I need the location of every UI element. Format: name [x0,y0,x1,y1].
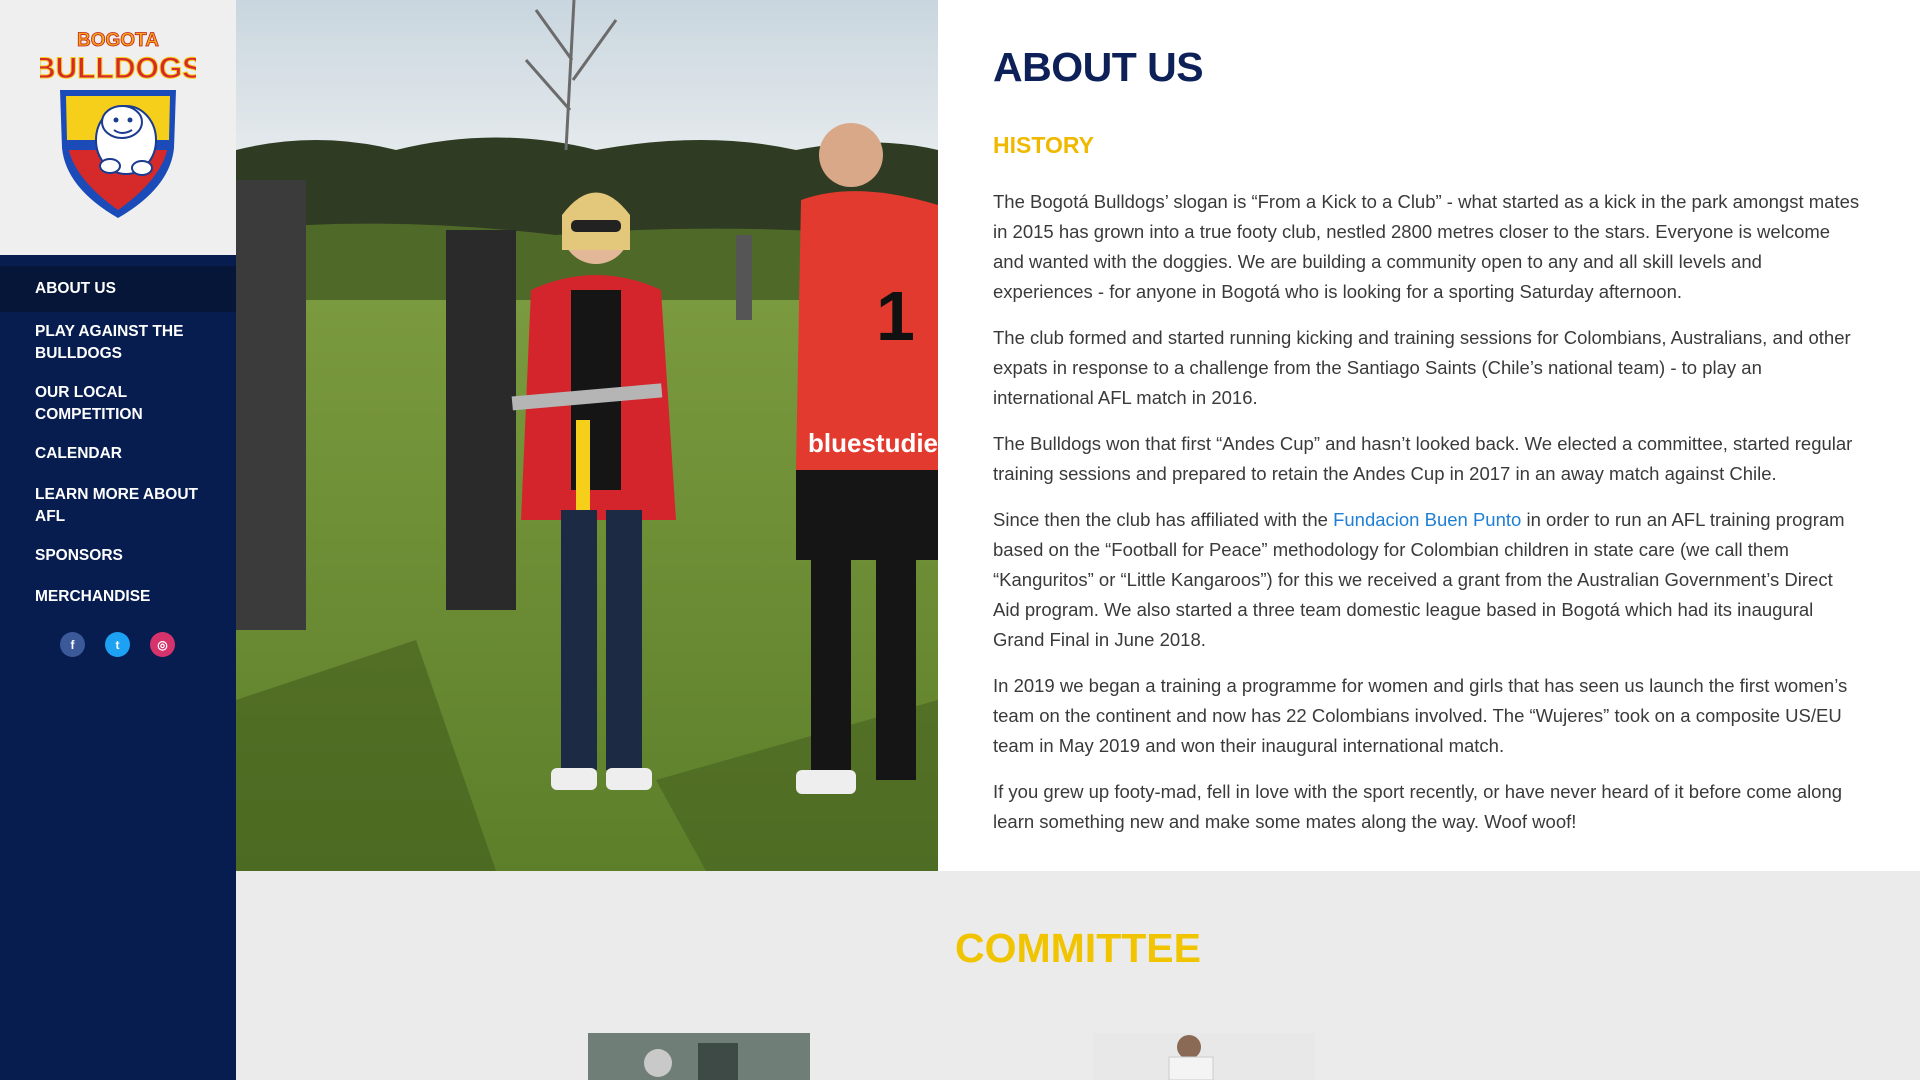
paragraph: The Bulldogs won that first “Andes Cup” … [993,433,1853,484]
twitter-icon[interactable]: t [105,632,130,657]
svg-text:BULLDOGS: BULLDOGS [40,52,196,85]
nav-item-local-competition[interactable]: OUR LOCAL COMPETITION [0,382,236,426]
paragraph: The Bogotá Bulldogs’ slogan is “From a K… [993,191,1860,302]
social-links: f t ◎ [60,632,175,657]
sidebar: BOGOTA BULLDOGS ABOUT US PLAY AGAINST TH… [0,0,236,1080]
svg-text:BOGOTA: BOGOTA [77,30,159,51]
nav-item-calendar[interactable]: CALENDAR [0,443,236,465]
paragraph: The club formed and started running kick… [993,327,1851,408]
logo-area: BOGOTA BULLDOGS [0,0,236,255]
committee-section: COMMITTEE [236,871,1920,1080]
history-text: The Bogotá Bulldogs’ slogan is “From a K… [993,187,1861,853]
committee-heading: COMMITTEE [955,925,1201,971]
nav-item-learn-afl[interactable]: LEARN MORE ABOUT AFL [0,484,236,528]
nav-item-merchandise[interactable]: MERCHANDISE [0,586,236,608]
nav-item-sponsors[interactable]: SPONSORS [0,545,236,567]
main-nav: ABOUT US PLAY AGAINST THE BULLDOGS OUR L… [0,266,236,627]
instagram-icon[interactable]: ◎ [150,632,175,657]
nav-item-about-us[interactable]: ABOUT US [0,266,236,312]
hero-photo: 1 bluestudies [236,0,938,871]
fundacion-buen-punto-link[interactable]: Fundacion Buen Punto [1333,509,1521,530]
paragraph: If you grew up footy-mad, fell in love w… [993,781,1843,832]
committee-member-photo[interactable] [588,1033,810,1080]
paragraph: In 2019 we began a training a programme … [993,675,1848,756]
paragraph: Since then the club has affiliated with … [993,509,1845,650]
facebook-icon[interactable]: f [60,632,85,657]
nav-item-play-against[interactable]: PLAY AGAINST THE BULLDOGS [0,321,236,365]
page-title: ABOUT US [993,44,1204,90]
history-heading: HISTORY [993,132,1094,158]
bogota-bulldogs-logo[interactable]: BOGOTA BULLDOGS [40,28,196,220]
svg-text:bluestudies: bluestudies [808,428,938,458]
committee-member-photo[interactable] [1093,1033,1315,1080]
svg-text:1: 1 [876,277,915,355]
